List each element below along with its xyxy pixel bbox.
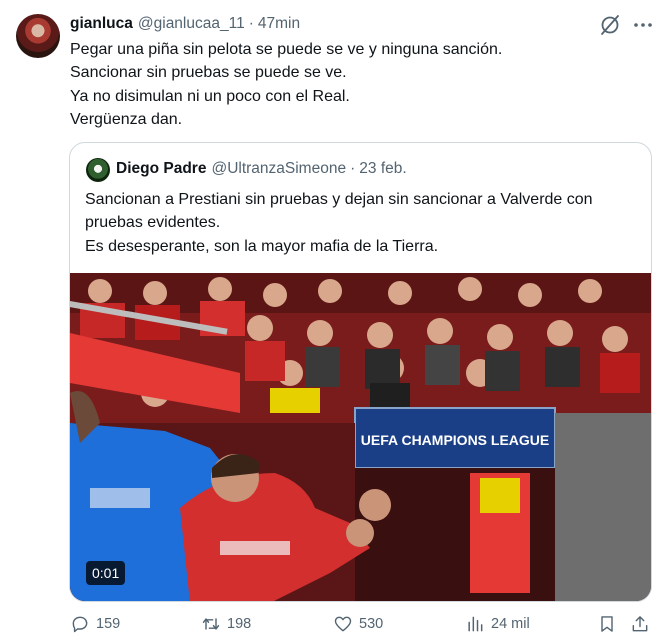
tweet-header: gianluca @gianlucaa_11 · 47min [70, 13, 300, 35]
grok-icon[interactable] [597, 12, 623, 38]
share-button[interactable] [630, 614, 656, 634]
user-handle[interactable]: @gianlucaa_11 [138, 15, 245, 33]
quote-avatar[interactable] [86, 158, 110, 182]
quote-display-name[interactable]: Diego Padre [116, 160, 206, 178]
more-icon[interactable] [630, 12, 656, 38]
quote-line: pruebas evidentes. [85, 214, 221, 232]
quote-line: Sancionan a Prestiani sin pruebas y deja… [85, 191, 593, 208]
quote-date[interactable]: 23 feb. [359, 160, 406, 178]
quoted-tweet[interactable]: Diego Padre @UltranzaSimeone · 23 feb. S… [69, 142, 652, 602]
tweet-line: Sancionar sin pruebas se puede se ve. [70, 64, 347, 82]
like-count: 530 [359, 616, 384, 632]
quote-separator-dot: · [350, 160, 356, 177]
tweet-line: Pegar una piña sin pelota se puede se ve… [70, 41, 503, 58]
timestamp[interactable]: 47min [258, 15, 300, 33]
quote-header: Diego Padre @UltranzaSimeone · 23 feb. [116, 160, 407, 178]
like-button[interactable]: 530 [333, 614, 383, 634]
quote-text: Sancionan a Prestiani sin pruebas y deja… [85, 188, 645, 258]
tweet[interactable]: gianluca @gianlucaa_11 · 47min Pegar una… [0, 0, 672, 642]
repost-icon [202, 618, 220, 630]
reply-icon [72, 616, 88, 633]
board-text: UEFA CHAMPIONS LEAGUE [361, 432, 550, 448]
bookmark-icon [601, 616, 613, 632]
video-duration: 0:01 [86, 561, 126, 585]
tweet-line: Vergüenza dan. [70, 110, 183, 128]
tweet-text: Pegar una piña sin pelota se puede se ve… [70, 38, 630, 131]
like-icon [334, 616, 352, 632]
repost-count: 198 [227, 616, 252, 632]
separator-dot: · [248, 15, 254, 32]
reply-count: 159 [96, 616, 121, 632]
views-button[interactable]: 24 mil [465, 614, 530, 634]
share-icon [632, 616, 648, 632]
video-frame: UEFA CHAMPIONS LEAGUE [70, 273, 651, 601]
tweet-line: Ya no disimulan ni un poco con el Real. [70, 87, 350, 105]
video-player[interactable]: UEFA CHAMPIONS LEAGUE 0:01 [70, 273, 651, 601]
views-icon [468, 616, 483, 632]
bookmark-button[interactable] [597, 614, 623, 634]
quote-user-handle[interactable]: @UltranzaSimeone [211, 160, 346, 178]
reply-button[interactable]: 159 [70, 614, 120, 634]
views-count: 24 mil [491, 616, 530, 632]
quote-line: Es desesperante, son la mayor mafia de l… [85, 237, 439, 255]
display-name[interactable]: gianluca [70, 15, 133, 33]
tweet-actions: 159 198 530 24 mil [0, 612, 672, 642]
avatar[interactable] [16, 14, 60, 58]
repost-button[interactable]: 198 [201, 614, 251, 634]
